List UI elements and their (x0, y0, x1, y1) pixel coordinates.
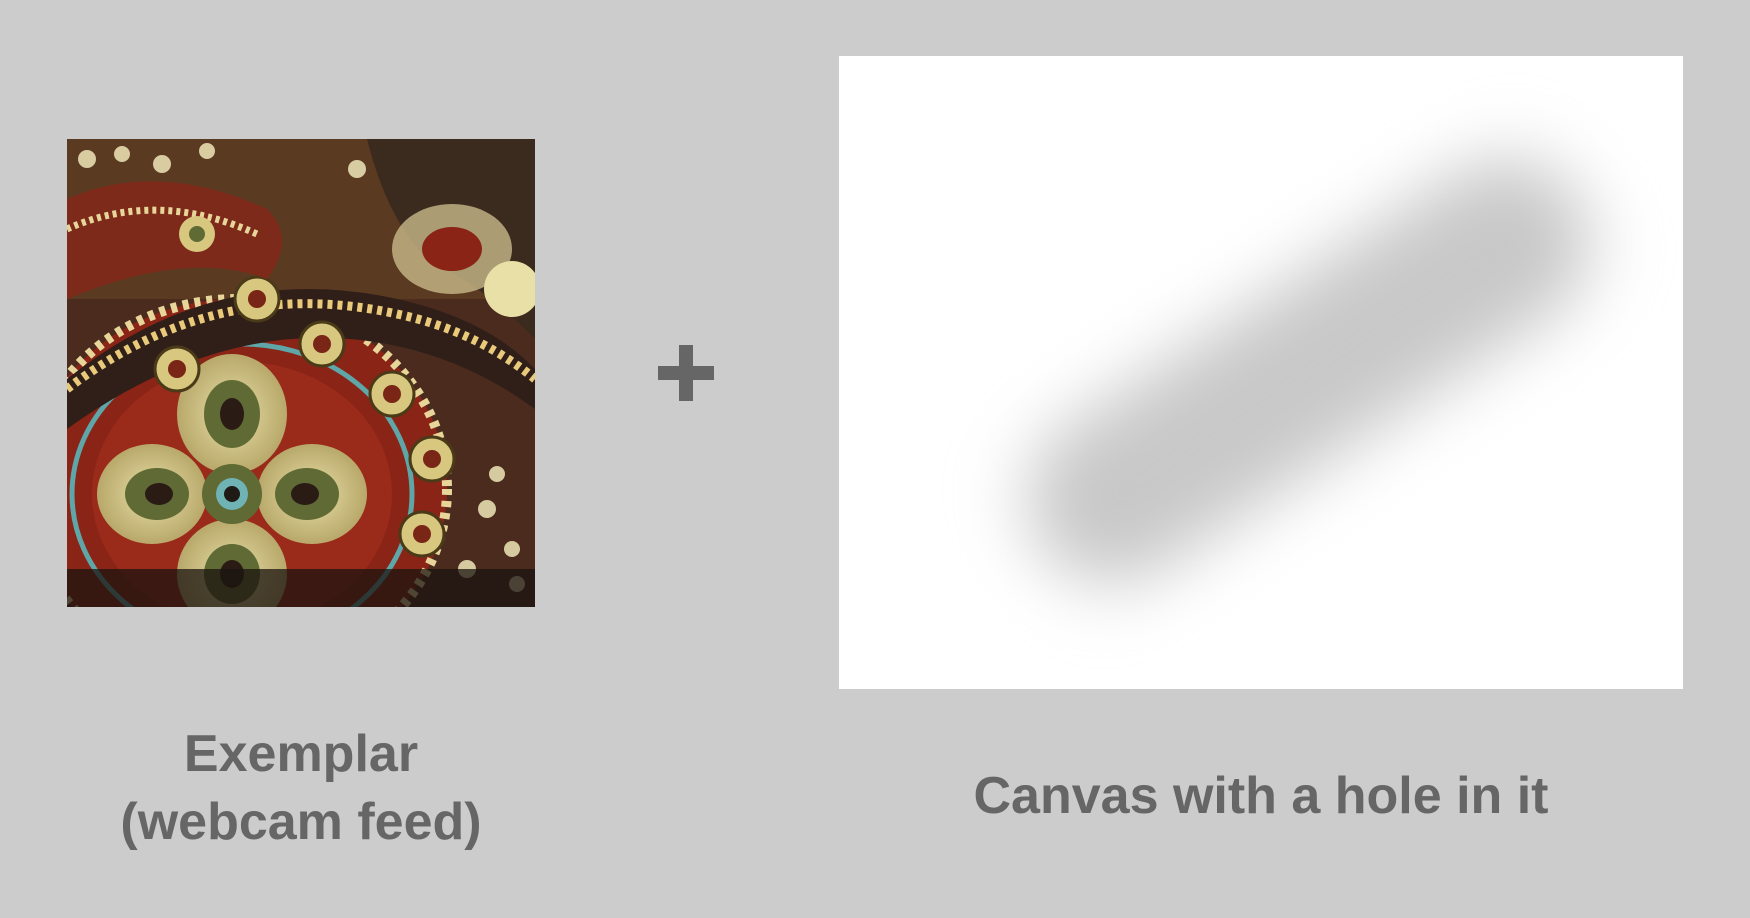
canvas-with-hole (839, 56, 1683, 689)
canvas-hole (994, 125, 1624, 617)
canvas-label: Canvas with a hole in it (973, 767, 1549, 825)
plus-icon (656, 343, 716, 403)
exemplar-label-line2: (webcam feed) (120, 793, 482, 851)
exemplar-label: Exemplar (webcam feed) (60, 720, 542, 856)
plus-vertical-bar (679, 345, 693, 401)
exemplar-label-line1: Exemplar (183, 725, 419, 783)
exemplar-image (67, 139, 535, 607)
diagram: Exemplar (webcam feed) Canvas with a hol… (0, 0, 1750, 918)
